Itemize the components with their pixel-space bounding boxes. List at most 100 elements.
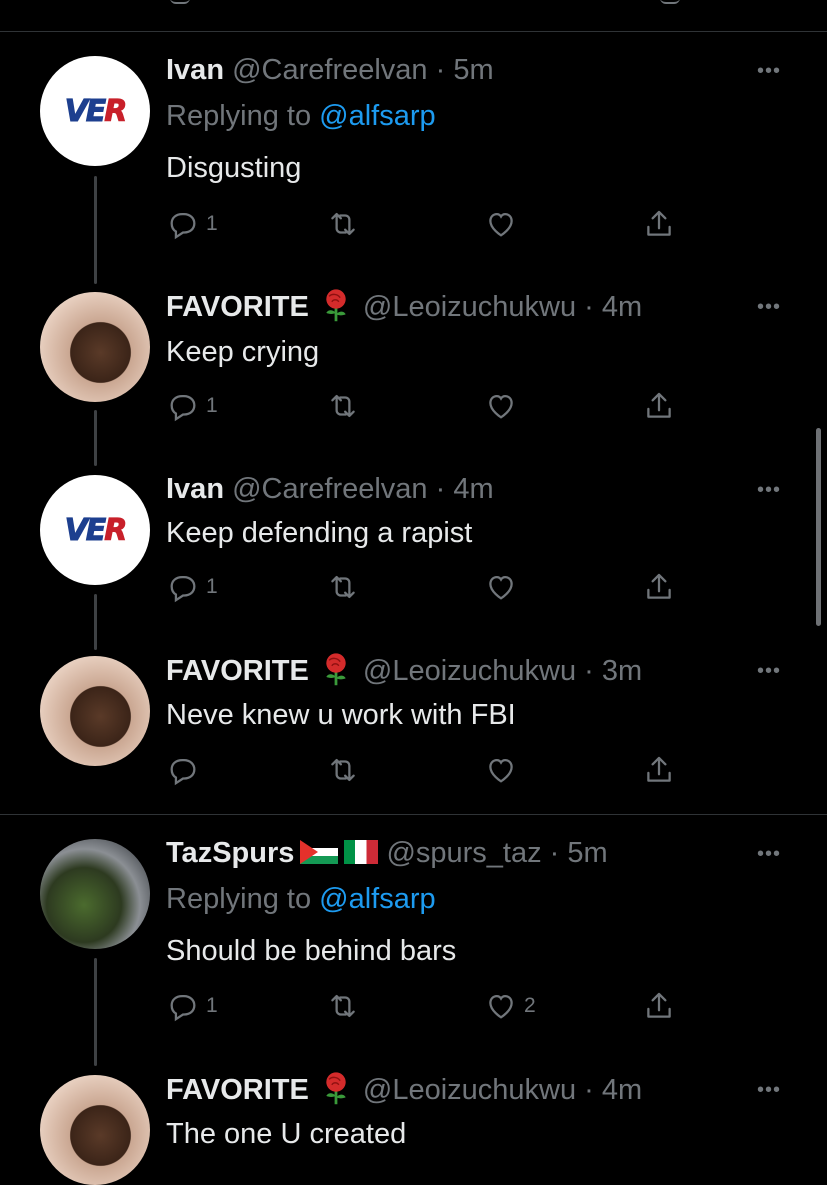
handle[interactable]: @Leoizuchukwu xyxy=(363,655,576,687)
previous-tweet-actions-fragment xyxy=(0,0,827,30)
reply-count: 1 xyxy=(206,994,218,1017)
avatar[interactable] xyxy=(40,656,150,766)
rose-emoji-icon xyxy=(326,653,346,686)
mention-link[interactable]: @alfsarp xyxy=(319,883,435,915)
tweet-header: FAVORITE @Leoizuchukwu · 4m xyxy=(166,1071,642,1108)
avatar[interactable] xyxy=(40,292,150,402)
retweet-button[interactable] xyxy=(326,567,360,607)
share-button[interactable] xyxy=(642,567,676,607)
tweet-actions xyxy=(166,750,686,790)
like-count: 2 xyxy=(524,994,536,1017)
reply-icon xyxy=(170,394,196,422)
avatar[interactable] xyxy=(40,839,150,949)
avatar[interactable] xyxy=(40,1075,150,1185)
share-icon xyxy=(647,992,671,1018)
like-icon xyxy=(489,994,513,1019)
reply-count: 1 xyxy=(206,212,218,235)
like-button[interactable] xyxy=(484,750,518,790)
retweet-icon xyxy=(331,394,355,418)
share-icon xyxy=(647,756,671,782)
share-button[interactable] xyxy=(642,750,676,790)
tweet-text: Disgusting xyxy=(166,152,302,184)
retweet-button[interactable] xyxy=(326,986,360,1026)
tweet-text: Neve knew u work with FBI xyxy=(166,699,516,731)
more-icon[interactable]: ••• xyxy=(752,60,786,83)
display-name[interactable]: FAVORITE xyxy=(166,1074,309,1106)
palestine-flag-icon xyxy=(300,840,339,864)
retweet-button[interactable] xyxy=(326,750,360,790)
like-button[interactable] xyxy=(484,386,518,426)
reply-icon xyxy=(170,575,196,603)
share-button[interactable] xyxy=(642,204,676,244)
timestamp[interactable]: 3m xyxy=(602,655,642,687)
more-icon[interactable]: ••• xyxy=(752,296,786,319)
reply-button[interactable]: 1 xyxy=(166,986,218,1026)
tweet-header: FAVORITE @Leoizuchukwu · 4m xyxy=(166,288,642,325)
reply-button[interactable]: 1 xyxy=(166,567,218,607)
like-icon xyxy=(489,758,513,783)
more-icon[interactable]: ••• xyxy=(752,479,786,502)
rose-emoji-icon xyxy=(326,1072,346,1105)
tweet-text: The one U created xyxy=(166,1118,407,1150)
more-icon[interactable]: ••• xyxy=(752,1079,786,1102)
like-icon xyxy=(489,575,513,600)
handle[interactable]: @Leoizuchukwu xyxy=(363,291,576,323)
tweet-actions: 1 xyxy=(166,386,686,426)
like-button[interactable] xyxy=(484,204,524,244)
thread-line xyxy=(94,594,97,650)
reply-icon[interactable] xyxy=(170,0,190,4)
timestamp[interactable]: 5m xyxy=(567,837,607,869)
retweet-icon xyxy=(331,758,355,782)
display-name[interactable]: FAVORITE xyxy=(166,291,309,323)
ver-logo: VER xyxy=(64,512,128,548)
display-name[interactable]: Ivan xyxy=(166,473,224,505)
tweet-actions: 1 xyxy=(166,204,686,244)
display-name[interactable]: Ivan xyxy=(166,54,224,86)
reply-button[interactable] xyxy=(166,750,200,790)
thread-line xyxy=(94,410,97,466)
tweet-header: Ivan @Carefreelvan · 4m xyxy=(166,473,494,505)
tweet-header: TazSpurs @spurs_taz · 5m xyxy=(166,837,608,869)
avatar[interactable]: VER xyxy=(40,56,150,166)
more-icon[interactable]: ••• xyxy=(752,843,786,866)
share-icon xyxy=(647,573,671,599)
thread-line xyxy=(94,176,97,284)
mention-link[interactable]: @alfsarp xyxy=(319,100,435,132)
tweet-header: FAVORITE @Leoizuchukwu · 3m xyxy=(166,652,642,689)
retweet-icon xyxy=(331,212,355,236)
like-button[interactable]: 2 xyxy=(484,986,536,1026)
like-button[interactable] xyxy=(484,567,518,607)
reply-button[interactable]: 1 xyxy=(166,204,218,244)
share-button[interactable] xyxy=(642,386,676,426)
reply-count: 1 xyxy=(206,575,218,598)
reply-count: 1 xyxy=(206,394,218,417)
display-name[interactable]: TazSpurs xyxy=(166,837,294,869)
retweet-button[interactable] xyxy=(326,386,360,426)
scrollbar[interactable] xyxy=(816,428,821,626)
share-button[interactable] xyxy=(642,986,676,1026)
avatar[interactable]: VER xyxy=(40,475,150,585)
handle[interactable]: @spurs_taz xyxy=(386,837,541,869)
more-icon[interactable]: ••• xyxy=(752,660,786,683)
like-icon xyxy=(489,212,513,237)
share-icon xyxy=(647,210,671,236)
display-name[interactable]: FAVORITE xyxy=(166,655,309,687)
timestamp[interactable]: 5m xyxy=(453,54,493,86)
like-icon xyxy=(489,394,513,419)
timestamp[interactable]: 4m xyxy=(602,1074,642,1106)
tweet-text: Keep crying xyxy=(166,336,320,368)
rose-emoji-icon xyxy=(326,289,346,322)
divider xyxy=(0,31,827,32)
retweet-icon xyxy=(331,575,355,599)
tweet-text: Should be behind bars xyxy=(166,935,457,967)
reply-button[interactable]: 1 xyxy=(166,386,218,426)
share-icon[interactable] xyxy=(660,0,680,4)
handle[interactable]: @Carefreelvan xyxy=(232,54,427,86)
handle[interactable]: @Carefreelvan xyxy=(232,473,427,505)
handle[interactable]: @Leoizuchukwu xyxy=(363,1074,576,1106)
timestamp[interactable]: 4m xyxy=(602,291,642,323)
italy-flag-icon xyxy=(344,840,379,864)
timestamp[interactable]: 4m xyxy=(453,473,493,505)
retweet-button[interactable] xyxy=(326,204,360,244)
reply-icon xyxy=(170,994,196,1022)
